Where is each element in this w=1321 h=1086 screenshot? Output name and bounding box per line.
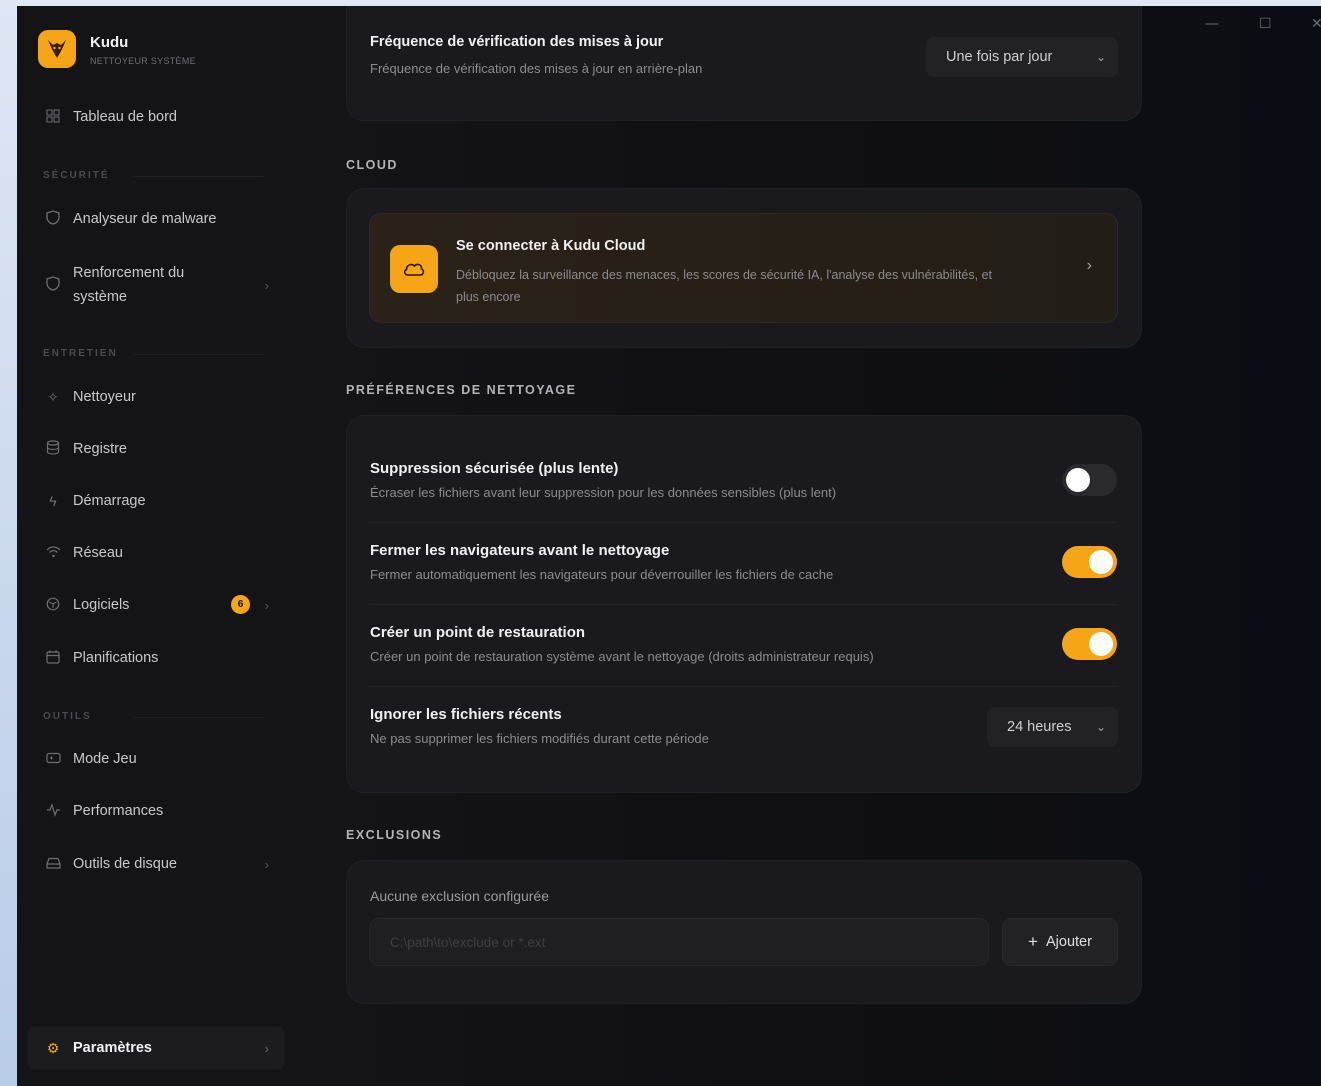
restore-point-description: Créer un point de restauration système a… — [370, 649, 874, 664]
activity-icon — [43, 802, 63, 820]
sidebar-item-label-line1: Renforcement du — [73, 265, 185, 281]
calendar-icon — [43, 650, 63, 667]
update-frequency-select[interactable]: Une fois par jour ⌄ — [926, 37, 1118, 77]
sidebar-item-schedules[interactable]: Planifications — [27, 638, 285, 678]
ignore-recent-value: 24 heures — [1007, 719, 1072, 735]
update-check-description: Fréquence de vérification des mises à jo… — [370, 61, 703, 76]
ignore-recent-title: Ignorer les fichiers récents — [370, 706, 562, 723]
sidebar-item-label: Mode Jeu — [73, 751, 137, 767]
chevron-right-icon: › — [264, 277, 269, 293]
toggle-knob — [1089, 632, 1113, 656]
restore-point-toggle[interactable] — [1062, 628, 1117, 660]
sidebar-item-registry[interactable]: Registre — [27, 429, 285, 469]
sidebar-item-label: Outils de disque — [73, 856, 177, 872]
row-divider — [369, 604, 1117, 605]
sidebar-item-game-mode[interactable]: Mode Jeu — [27, 739, 285, 779]
kudu-logo-icon — [48, 40, 66, 58]
secure-delete-description: Écraser les fichiers avant leur suppress… — [370, 485, 837, 500]
chevron-down-icon: ⌄ — [1095, 720, 1106, 734]
cloud-icon — [390, 245, 438, 293]
ignore-recent-select[interactable]: 24 heures ⌄ — [987, 707, 1118, 747]
sidebar: Kudu NETTOYEUR SYSTÈME Tableau de bord S… — [17, 6, 300, 1086]
chevron-right-icon: › — [264, 856, 269, 872]
close-browsers-title: Fermer les navigateurs avant le nettoyag… — [370, 542, 670, 559]
cloud-section-title: CLOUD — [346, 158, 398, 172]
toggle-knob — [1089, 550, 1113, 574]
sidebar-item-dashboard[interactable]: Tableau de bord — [27, 97, 285, 137]
sidebar-item-label: Réseau — [73, 545, 123, 561]
section-maintenance-heading: ENTRETIEN — [43, 348, 263, 359]
database-icon — [43, 440, 63, 458]
package-icon — [43, 597, 63, 614]
sidebar-item-hardening[interactable]: Renforcement du système › — [27, 258, 285, 312]
wifi-icon — [43, 545, 63, 561]
restore-point-title: Créer un point de restauration — [370, 624, 586, 641]
add-exclusion-label: Ajouter — [1045, 934, 1092, 950]
sidebar-item-label: Paramètres — [73, 1040, 152, 1056]
update-check-title: Fréquence de vérification des mises à jo… — [370, 34, 664, 50]
chevron-right-icon: › — [264, 1040, 269, 1056]
gamepad-icon — [43, 751, 63, 767]
sidebar-item-label: Planifications — [73, 650, 159, 666]
update-frequency-value: Une fois par jour — [946, 49, 1053, 65]
gear-icon: ⚙ — [46, 1039, 60, 1056]
sidebar-item-startup[interactable]: ϟ Démarrage — [27, 481, 285, 521]
toggle-knob — [1066, 468, 1090, 492]
add-exclusion-button[interactable]: + Ajouter — [1002, 918, 1118, 966]
row-divider — [369, 522, 1117, 523]
section-security-heading: SÉCURITÉ — [43, 170, 263, 181]
update-count-badge: 6 — [231, 595, 250, 614]
shield-icon — [43, 210, 63, 228]
app-subtitle: NETTOYEUR SYSTÈME — [90, 56, 196, 66]
sparkle-icon: ✧ — [47, 388, 59, 405]
chevron-right-icon: › — [264, 597, 269, 613]
sidebar-item-performance[interactable]: Performances — [27, 791, 285, 831]
sidebar-item-label: Tableau de bord — [73, 109, 177, 125]
sidebar-item-label: Registre — [73, 441, 127, 457]
plus-icon: + — [1028, 932, 1038, 951]
secure-delete-toggle[interactable] — [1062, 464, 1117, 496]
app-window: — ☐ ✕ Kudu NETTOYEUR SYSTÈME Tableau de … — [17, 6, 1321, 1086]
no-exclusions-text: Aucune exclusion configurée — [370, 888, 550, 904]
sidebar-item-label: Analyseur de malware — [73, 211, 217, 227]
sidebar-item-label-line2: système — [73, 289, 127, 305]
cleaning-section-title: PRÉFÉRENCES DE NETTOYAGE — [346, 383, 577, 397]
chevron-right-icon: › — [1086, 257, 1092, 274]
cloud-connect-banner[interactable]: Se connecter à Kudu Cloud Débloquez la s… — [369, 213, 1118, 323]
maximize-button[interactable]: ☐ — [1259, 16, 1272, 32]
hard-drive-icon — [43, 856, 63, 872]
grid-icon — [43, 109, 63, 126]
sidebar-item-cleaner[interactable]: ✧ Nettoyeur — [27, 377, 285, 417]
sidebar-item-label: Démarrage — [73, 493, 146, 509]
sidebar-item-label: Performances — [73, 803, 164, 819]
secure-delete-title: Suppression sécurisée (plus lente) — [370, 460, 619, 477]
ignore-recent-description: Ne pas supprimer les fichiers modifiés d… — [370, 731, 709, 746]
minimize-button[interactable]: — — [1205, 16, 1219, 32]
app-name: Kudu — [90, 34, 129, 51]
sidebar-item-disk-tools[interactable]: Outils de disque › — [27, 844, 285, 884]
shield-outline-icon — [43, 276, 63, 294]
sidebar-item-malware[interactable]: Analyseur de malware — [27, 199, 285, 239]
cloud-connect-title: Se connecter à Kudu Cloud — [456, 238, 646, 254]
section-tools-heading: OUTILS — [43, 711, 263, 722]
close-browsers-description: Fermer automatiquement les navigateurs p… — [370, 567, 834, 582]
close-button[interactable]: ✕ — [1311, 16, 1321, 32]
sidebar-item-software[interactable]: Logiciels 6 › — [27, 585, 285, 625]
sidebar-item-label: Nettoyeur — [73, 389, 136, 405]
row-divider — [369, 686, 1117, 687]
app-logo — [38, 30, 76, 68]
lightning-icon: ϟ — [49, 493, 57, 509]
sidebar-item-settings[interactable]: ⚙ Paramètres › — [27, 1026, 285, 1070]
sidebar-item-label: Logiciels — [73, 597, 130, 613]
chevron-down-icon: ⌄ — [1095, 50, 1106, 64]
close-browsers-toggle[interactable] — [1062, 546, 1117, 578]
exclusion-path-input[interactable] — [369, 918, 989, 966]
cloud-connect-description: Débloquez la surveillance des menaces, l… — [456, 268, 992, 304]
sidebar-item-network[interactable]: Réseau — [27, 533, 285, 573]
exclusions-section-title: EXCLUSIONS — [346, 828, 443, 842]
